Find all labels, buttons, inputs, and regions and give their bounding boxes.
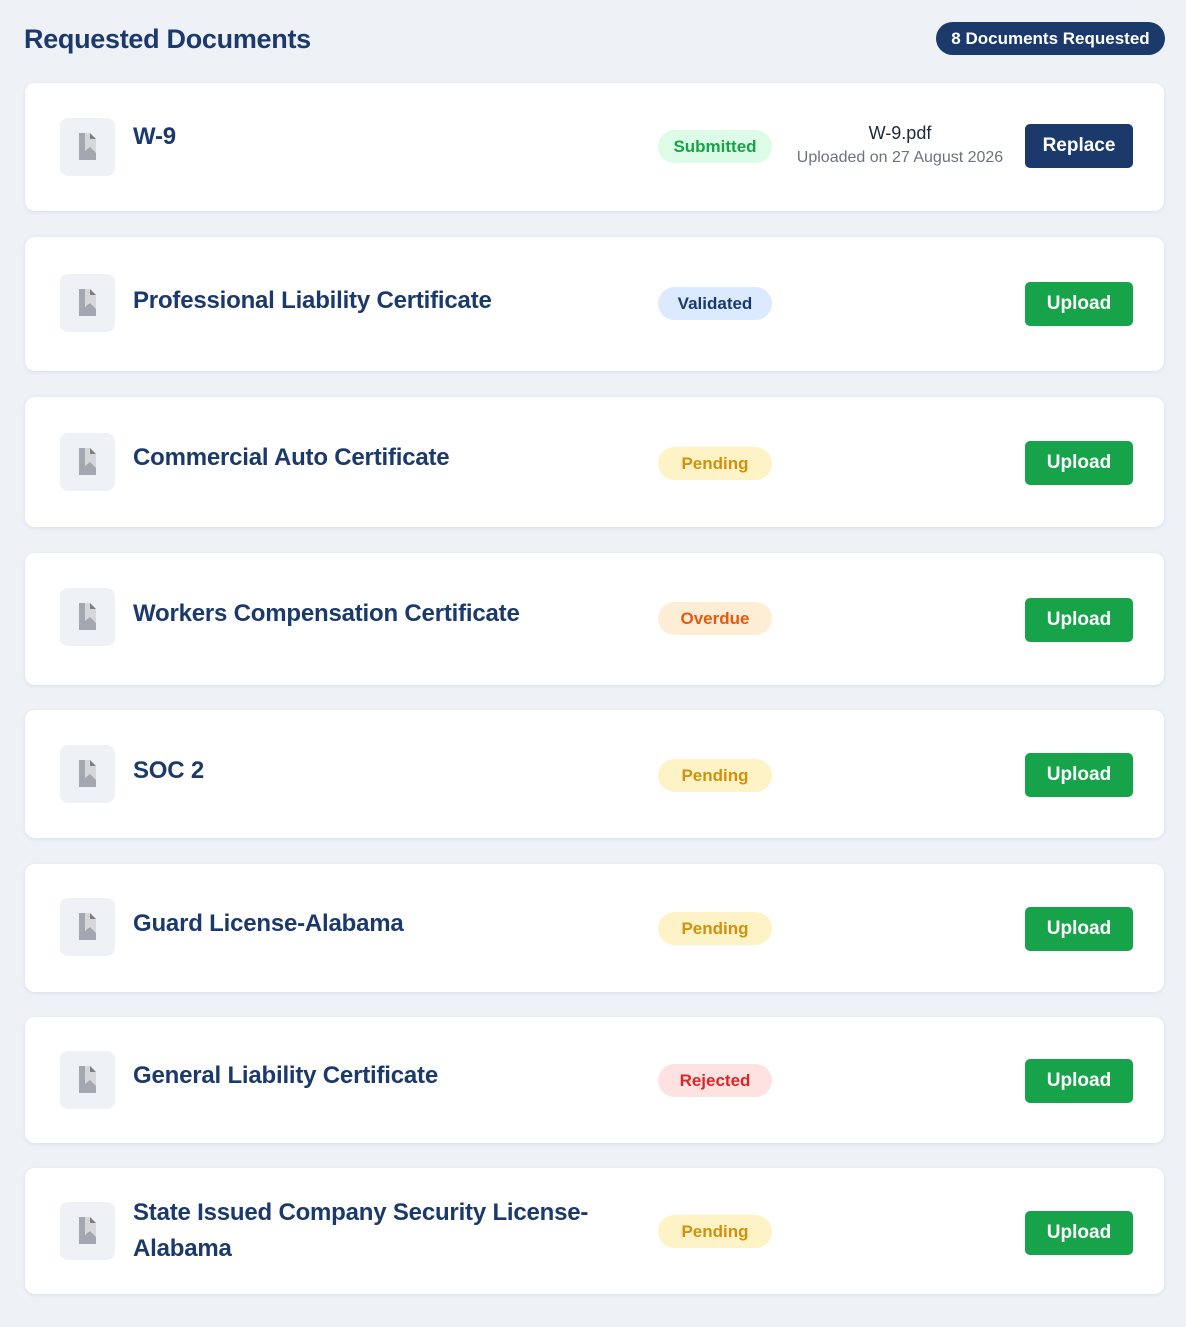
upload-button[interactable]: Upload bbox=[1025, 1211, 1133, 1255]
upload-button[interactable]: Upload bbox=[1025, 753, 1133, 797]
document-icon-box bbox=[60, 588, 115, 646]
document-icon bbox=[78, 289, 96, 316]
document-icon-box bbox=[60, 274, 115, 332]
document-icon bbox=[78, 1217, 96, 1244]
document-icon bbox=[78, 913, 96, 940]
document-icon-box bbox=[60, 433, 115, 491]
page-title: Requested Documents bbox=[24, 24, 311, 54]
page-header: Requested Documents 8 Documents Requeste… bbox=[0, 0, 1186, 82]
document-title: Guard License-Alabama bbox=[133, 910, 404, 937]
status-badge: Pending bbox=[658, 1215, 772, 1248]
document-title: Commercial Auto Certificate bbox=[133, 444, 450, 471]
document-icon bbox=[78, 603, 96, 630]
status-badge: Pending bbox=[658, 759, 772, 792]
document-icon bbox=[78, 1066, 96, 1093]
document-icon-box bbox=[60, 745, 115, 803]
file-name[interactable]: W-9.pdf bbox=[790, 121, 1010, 145]
document-title: Workers Compensation Certificate bbox=[133, 600, 520, 627]
document-icon-box bbox=[60, 1051, 115, 1109]
document-card-2: Professional Liability Certificate Valid… bbox=[25, 237, 1164, 371]
document-card-7: General Liability Certificate Rejected U… bbox=[25, 1017, 1164, 1143]
document-title: Professional Liability Certificate bbox=[133, 287, 492, 314]
document-icon-box bbox=[60, 898, 115, 956]
document-title: W-9 bbox=[133, 123, 176, 150]
status-badge: Pending bbox=[658, 912, 772, 945]
document-card-3: Commercial Auto Certificate Pending Uplo… bbox=[25, 397, 1164, 527]
upload-button[interactable]: Upload bbox=[1025, 598, 1133, 642]
document-card-1: W-9 Submitted Replace W-9.pdf Uploaded on… bbox=[25, 83, 1164, 211]
replace-button[interactable]: Replace bbox=[1025, 124, 1133, 168]
document-icon-box bbox=[60, 1202, 115, 1260]
status-badge: Rejected bbox=[658, 1064, 772, 1097]
upload-date: Uploaded on 27 August 2026 bbox=[796, 149, 1004, 166]
document-card-5: SOC 2 Pending Upload bbox=[25, 710, 1164, 838]
document-card-6: Guard License-Alabama Pending Upload bbox=[25, 864, 1164, 992]
status-badge: Overdue bbox=[658, 602, 772, 635]
document-title: General Liability Certificate bbox=[133, 1062, 438, 1089]
document-card-4: Workers Compensation Certificate Overdue… bbox=[25, 553, 1164, 685]
document-icon-box bbox=[60, 118, 115, 176]
document-icon bbox=[78, 133, 96, 160]
file-info: W-9.pdf Uploaded on 27 August 2026 bbox=[790, 121, 1010, 171]
document-card-8: State Issued Company Security License-Al… bbox=[25, 1168, 1164, 1294]
document-icon bbox=[78, 760, 96, 787]
upload-button[interactable]: Upload bbox=[1025, 282, 1133, 326]
upload-button[interactable]: Upload bbox=[1025, 441, 1133, 485]
status-badge: Pending bbox=[658, 447, 772, 480]
document-title: SOC 2 bbox=[133, 757, 205, 784]
status-badge: Validated bbox=[658, 287, 772, 320]
document-icon bbox=[78, 448, 96, 475]
requested-documents-page: Requested Documents 8 Documents Requeste… bbox=[0, 0, 1186, 1327]
upload-button[interactable]: Upload bbox=[1025, 1059, 1133, 1103]
upload-button[interactable]: Upload bbox=[1025, 907, 1133, 951]
documents-count-badge: 8 Documents Requested bbox=[936, 22, 1165, 55]
status-badge: Submitted bbox=[658, 130, 772, 163]
document-title: State Issued Company Security License-Al… bbox=[133, 1199, 589, 1262]
